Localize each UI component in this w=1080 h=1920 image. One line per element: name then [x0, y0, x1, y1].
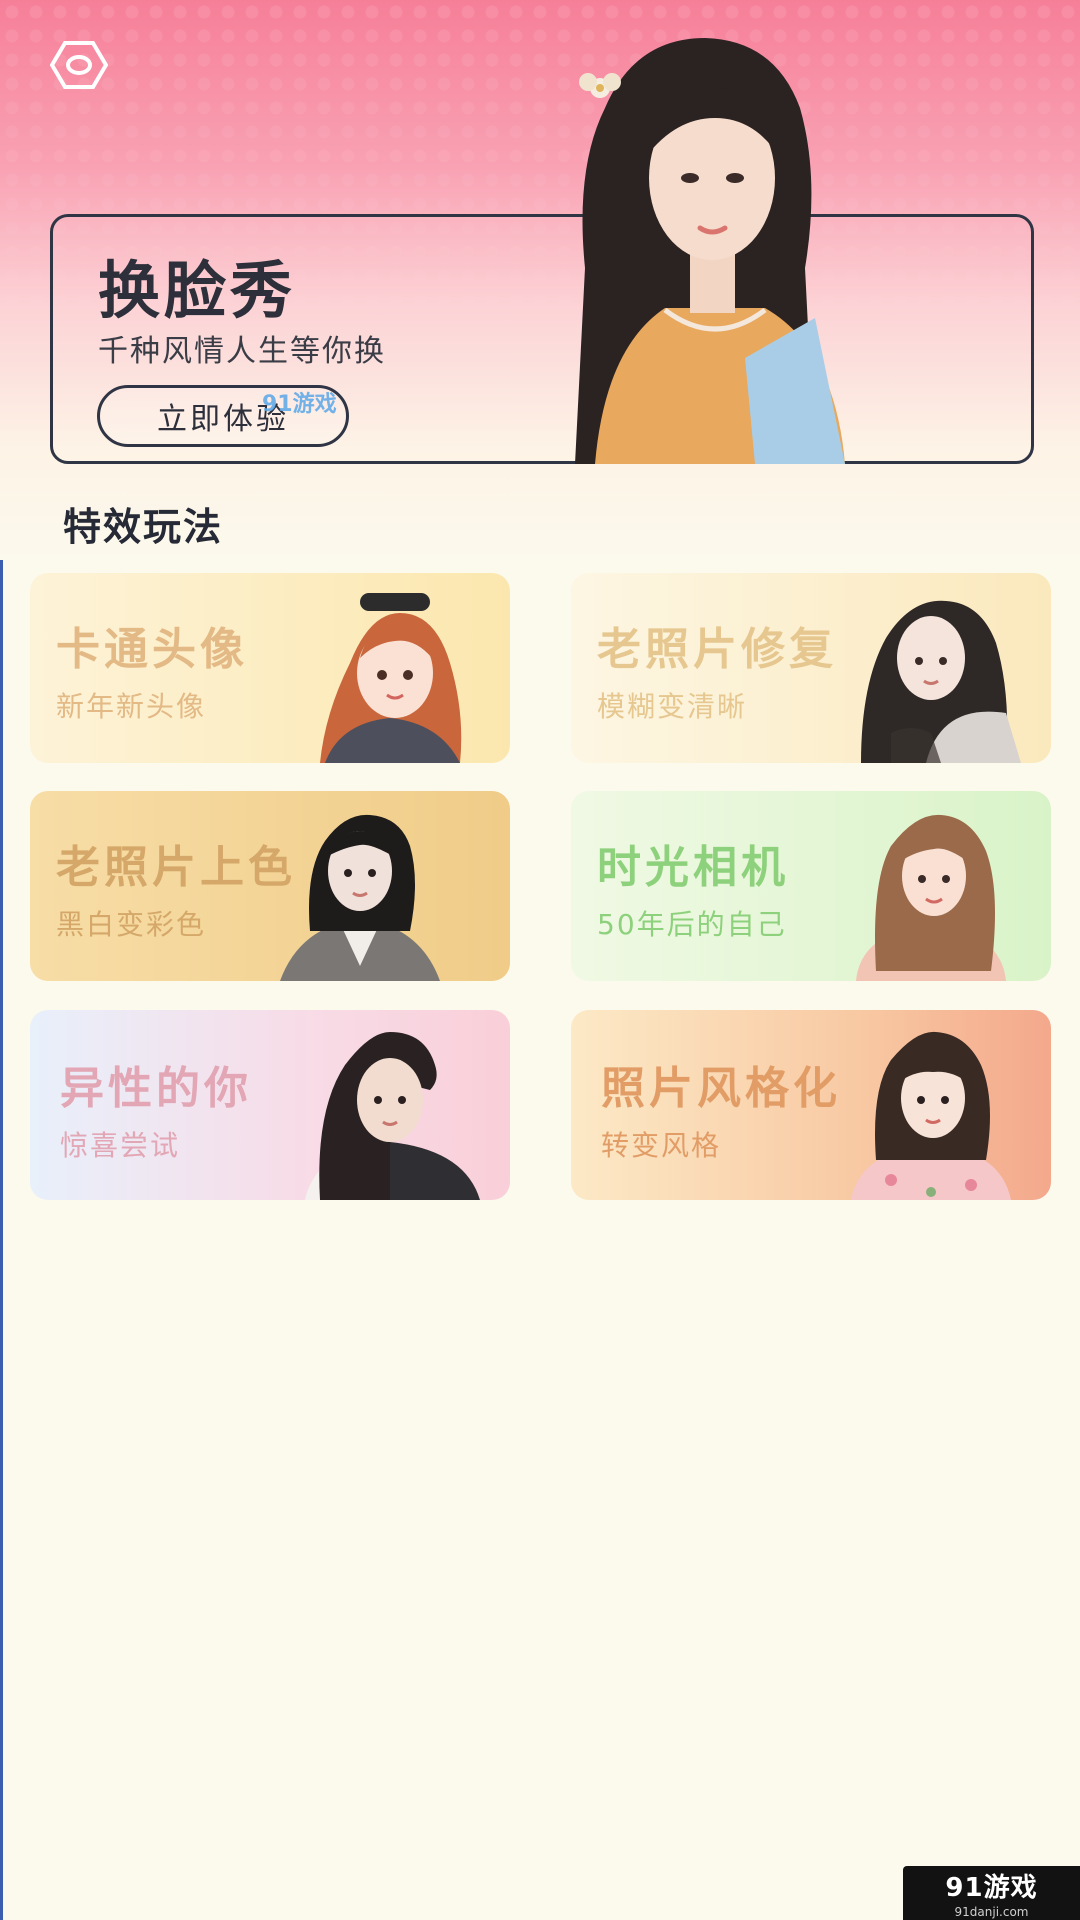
- cartoon-portrait-image: [320, 593, 462, 763]
- feature-card-time-camera[interactable]: 时光相机 50年后的自己: [571, 791, 1051, 981]
- watermark-text: 91游戏: [262, 392, 337, 417]
- settings-button[interactable]: [48, 38, 110, 92]
- feature-subtitle: 转变风格: [601, 1129, 722, 1162]
- feature-card-old-photo-restore[interactable]: 老照片修复 模糊变清晰: [571, 573, 1051, 763]
- stylized-portrait-image: [851, 1031, 1011, 1200]
- feature-subtitle: 新年新头像: [56, 690, 207, 723]
- watermark-logo-url: 91danji.com: [954, 1905, 1029, 1919]
- feature-title: 时光相机: [597, 842, 789, 893]
- feature-subtitle: 50年后的自己: [597, 908, 787, 941]
- feature-title: 卡通头像: [56, 624, 248, 675]
- hero-subtitle: 千种风情人生等你换: [98, 334, 386, 369]
- section-title: 特效玩法: [63, 505, 224, 549]
- gender-swap-portrait-image: [305, 1032, 480, 1200]
- feature-subtitle: 惊喜尝试: [60, 1129, 181, 1162]
- restored-portrait-image: [861, 600, 1021, 763]
- feature-title: 异性的你: [60, 1063, 252, 1114]
- feature-title: 老照片修复: [597, 624, 837, 675]
- hero-title: 换脸秀: [98, 254, 297, 327]
- feature-card-photo-stylize[interactable]: 照片风格化 转变风格: [571, 1010, 1051, 1200]
- feature-card-cartoon-avatar[interactable]: 卡通头像 新年新头像: [30, 573, 510, 763]
- feature-subtitle: 黑白变彩色: [56, 908, 207, 941]
- watermark-logo: 91游戏 91danji.com: [903, 1866, 1080, 1920]
- colorized-portrait-image: [280, 814, 440, 981]
- hexagon-settings-icon: [50, 41, 108, 89]
- hero-portrait-illustration: [575, 38, 845, 464]
- watermark-logo-main: 91游戏: [945, 1873, 1038, 1903]
- aged-portrait-image: [856, 814, 1006, 981]
- feature-card-old-photo-colorize[interactable]: 老照片上色 黑白变彩色: [30, 791, 510, 981]
- feature-subtitle: 模糊变清晰: [597, 690, 748, 723]
- feature-title: 照片风格化: [601, 1063, 841, 1114]
- feature-card-opposite-gender[interactable]: 异性的你 惊喜尝试: [30, 1010, 510, 1200]
